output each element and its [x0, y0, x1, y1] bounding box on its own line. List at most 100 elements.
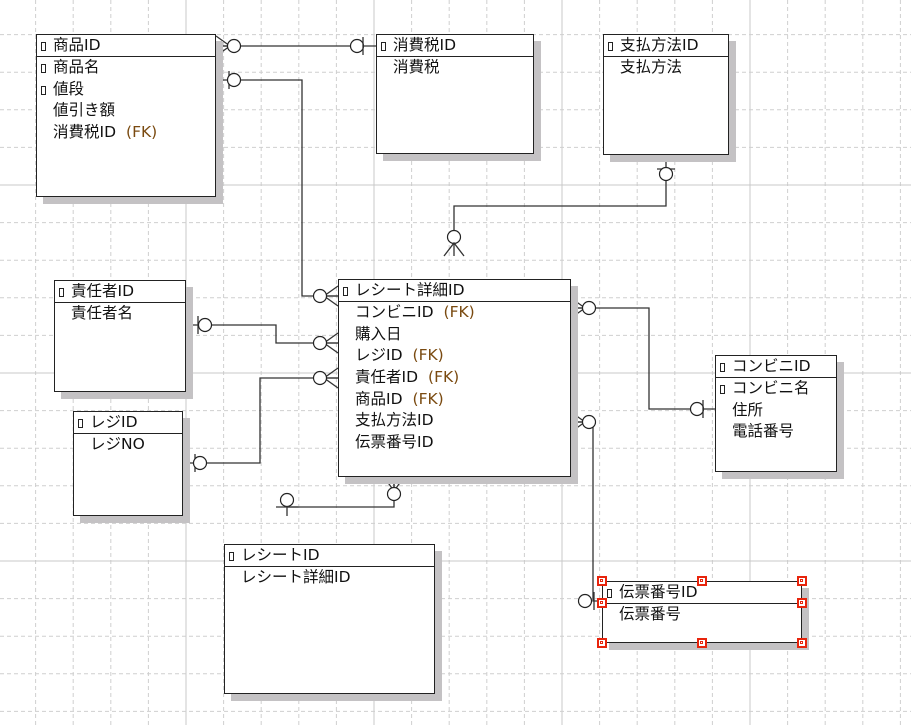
- optional-circle-icon: [279, 492, 295, 508]
- optional-circle-icon: [197, 317, 213, 333]
- attribute-row[interactable]: 支払方法ID: [339, 410, 570, 432]
- attribute-name: 商品ID: [355, 389, 403, 408]
- relationship-line: [216, 79, 338, 297]
- optional-circle-icon: [658, 166, 674, 182]
- key-icon: [343, 287, 348, 296]
- attribute-row[interactable]: 住所: [716, 400, 836, 422]
- fk-marker: (FK): [443, 303, 475, 321]
- attribute-name: 値引き額: [53, 101, 116, 120]
- entity-shohin[interactable]: 商品ID 商品名 値段 値引き額消費税ID (FK): [36, 34, 216, 197]
- entity-shohizei[interactable]: 消費税ID 消費税: [376, 34, 534, 154]
- resize-handle[interactable]: [797, 597, 807, 608]
- attribute-row[interactable]: 責任者ID (FK): [339, 367, 570, 389]
- fk-marker: (FK): [428, 368, 460, 387]
- resize-handle[interactable]: [797, 638, 807, 648]
- pk-label: 消費税ID: [393, 36, 457, 54]
- attribute-row[interactable]: コンビニ名: [716, 378, 836, 400]
- attribute-name: 消費税: [393, 58, 440, 76]
- resize-handle[interactable]: [697, 576, 707, 586]
- primary-key-row[interactable]: 消費税ID: [377, 35, 533, 56]
- optional-circle-icon: [689, 401, 705, 417]
- key-icon: [41, 85, 46, 95]
- pk-label: 支払方法ID: [620, 36, 699, 54]
- attribute-row[interactable]: 伝票番号: [603, 604, 801, 626]
- optional-circle-icon: [446, 229, 462, 245]
- key-icon: [720, 385, 725, 394]
- pk-label: 商品ID: [53, 36, 101, 54]
- fk-marker: (FK): [126, 123, 158, 142]
- entity-reji[interactable]: レジID レジNO: [73, 411, 183, 516]
- entity-sekininsha[interactable]: 責任者ID 責任者名: [54, 280, 186, 392]
- attribute-name: 責任者名: [71, 304, 134, 322]
- attribute-row[interactable]: 伝票番号ID: [339, 432, 570, 454]
- entity-denpyo[interactable]: 伝票番号ID 伝票番号: [597, 576, 807, 648]
- attribute-row[interactable]: コンビニID (FK): [339, 302, 570, 324]
- key-icon: [78, 419, 83, 428]
- primary-key-row[interactable]: 商品ID: [37, 35, 215, 56]
- resize-handle[interactable]: [597, 597, 607, 608]
- attribute-name: コンビニ名: [732, 379, 810, 397]
- attribute-row[interactable]: 購入日: [339, 324, 570, 346]
- attribute-row[interactable]: 商品名: [37, 57, 215, 79]
- entity-header: 支払方法ID: [604, 35, 728, 57]
- primary-key-row[interactable]: コンビニID: [716, 356, 836, 377]
- relationship-line: [286, 477, 395, 516]
- resize-handle[interactable]: [697, 638, 707, 648]
- entity-receipt-detail[interactable]: レシート詳細ID コンビニID (FK) 購入日 レジID (FK) 責任者ID (FK) 商品…: [338, 279, 571, 477]
- optional-circle-icon: [386, 486, 402, 502]
- attribute-name: コンビニID: [355, 303, 434, 321]
- attribute-row[interactable]: 値段: [37, 79, 215, 101]
- entity-header: コンビニID: [716, 356, 836, 378]
- attribute-name: 購入日: [355, 324, 402, 343]
- entity-receipt[interactable]: レシートID レシート詳細ID: [224, 544, 435, 694]
- relationship-line: [453, 155, 667, 256]
- optional-circle-icon: [226, 38, 242, 54]
- resize-handle[interactable]: [597, 576, 607, 586]
- attribute-name: 消費税ID: [53, 123, 117, 142]
- optional-circle-icon: [226, 72, 242, 88]
- optional-circle-icon: [577, 593, 593, 609]
- attribute-row[interactable]: 商品ID (FK): [339, 389, 570, 411]
- attribute-row[interactable]: 電話番号: [716, 421, 836, 443]
- optional-circle-icon: [312, 335, 328, 351]
- entity-header: レシート詳細ID: [339, 280, 570, 302]
- primary-key-row[interactable]: レシート詳細ID: [339, 280, 570, 301]
- attribute-row[interactable]: レジID (FK): [339, 345, 570, 367]
- key-icon: [41, 42, 46, 51]
- key-icon: [607, 589, 612, 598]
- pk-label: レジID: [90, 413, 138, 431]
- resize-handle[interactable]: [597, 638, 607, 648]
- key-icon: [608, 42, 613, 51]
- primary-key-row[interactable]: 責任者ID: [55, 281, 185, 302]
- primary-key-row[interactable]: レジID: [74, 412, 182, 433]
- key-icon: [59, 288, 64, 297]
- attribute-row[interactable]: 消費税ID (FK): [37, 122, 215, 144]
- relationship-line: [571, 307, 715, 410]
- attribute-name: 支払方法ID: [355, 411, 434, 430]
- entity-shiharai[interactable]: 支払方法ID 支払方法: [603, 34, 729, 155]
- attribute-name: 伝票番号: [619, 605, 682, 623]
- attribute-row[interactable]: 消費税: [377, 57, 533, 79]
- entity-header: レジID: [74, 412, 182, 434]
- attribute-row[interactable]: 支払方法: [604, 57, 728, 79]
- primary-key-row[interactable]: レシートID: [225, 545, 434, 566]
- attribute-name: レジID: [355, 346, 403, 365]
- entity-header: 商品ID: [37, 35, 215, 57]
- key-icon: [229, 552, 234, 561]
- optional-circle-icon: [581, 300, 597, 316]
- entity-header: 責任者ID: [55, 281, 185, 303]
- entity-conveni[interactable]: コンビニID コンビニ名住所電話番号: [715, 355, 837, 472]
- attribute-row[interactable]: 責任者名: [55, 303, 185, 325]
- attribute-name: 伝票番号ID: [355, 433, 434, 452]
- pk-label: 責任者ID: [71, 282, 135, 300]
- attribute-row[interactable]: レジNO: [74, 434, 182, 456]
- resize-handle[interactable]: [797, 576, 807, 586]
- relationship-line: [571, 421, 602, 602]
- attribute-name: 支払方法: [620, 58, 683, 76]
- attribute-row[interactable]: レシート詳細ID: [225, 567, 434, 589]
- attribute-name: レシート詳細ID: [241, 568, 351, 586]
- primary-key-row[interactable]: 支払方法ID: [604, 35, 728, 56]
- attribute-row[interactable]: 値引き額: [37, 100, 215, 122]
- entity-header: 消費税ID: [377, 35, 533, 57]
- attribute-name: 住所: [732, 400, 764, 419]
